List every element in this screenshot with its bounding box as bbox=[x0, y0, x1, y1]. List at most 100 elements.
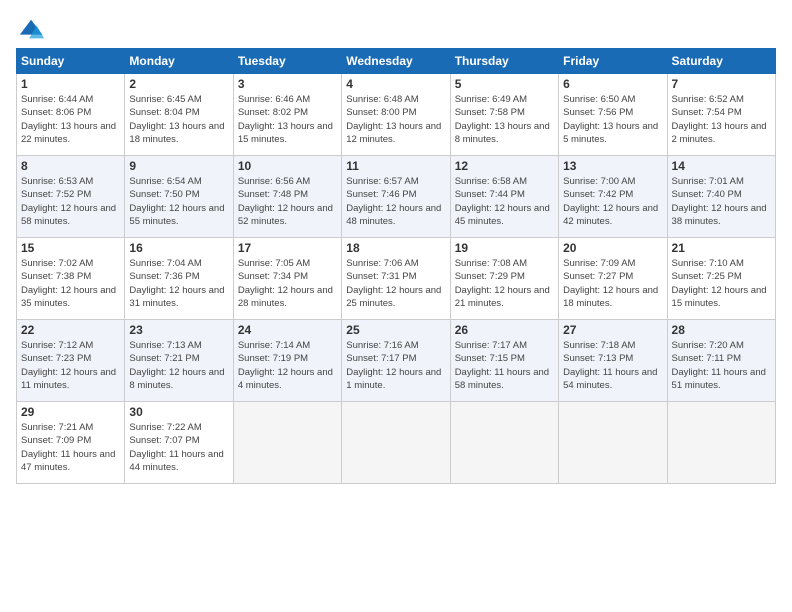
day-detail: Sunrise: 7:10 AMSunset: 7:25 PMDaylight:… bbox=[672, 257, 771, 310]
calendar-header-monday: Monday bbox=[125, 49, 233, 74]
calendar-week-5: 29 Sunrise: 7:21 AMSunset: 7:09 PMDayligh… bbox=[17, 402, 776, 484]
day-number: 27 bbox=[563, 323, 662, 337]
calendar-cell: 12 Sunrise: 6:58 AMSunset: 7:44 PMDayligh… bbox=[450, 156, 558, 238]
calendar-cell: 19 Sunrise: 7:08 AMSunset: 7:29 PMDayligh… bbox=[450, 238, 558, 320]
calendar-cell: 6 Sunrise: 6:50 AMSunset: 7:56 PMDaylight… bbox=[559, 74, 667, 156]
day-number: 24 bbox=[238, 323, 337, 337]
day-detail: Sunrise: 6:50 AMSunset: 7:56 PMDaylight:… bbox=[563, 93, 662, 146]
day-number: 21 bbox=[672, 241, 771, 255]
day-detail: Sunrise: 6:58 AMSunset: 7:44 PMDaylight:… bbox=[455, 175, 554, 228]
calendar-week-4: 22Sunrise: 7:12 AMSunset: 7:23 PMDayligh… bbox=[17, 320, 776, 402]
day-detail: Sunrise: 6:49 AMSunset: 7:58 PMDaylight:… bbox=[455, 93, 554, 146]
day-number: 16 bbox=[129, 241, 228, 255]
day-number: 13 bbox=[563, 159, 662, 173]
day-detail: Sunrise: 7:05 AMSunset: 7:34 PMDaylight:… bbox=[238, 257, 337, 310]
day-detail: Sunrise: 6:44 AMSunset: 8:06 PMDaylight:… bbox=[21, 93, 120, 146]
day-detail: Sunrise: 7:04 AMSunset: 7:36 PMDaylight:… bbox=[129, 257, 228, 310]
day-number: 15 bbox=[21, 241, 120, 255]
day-number: 1 bbox=[21, 77, 120, 91]
calendar-cell bbox=[667, 402, 775, 484]
day-detail: Sunrise: 6:54 AMSunset: 7:50 PMDaylight:… bbox=[129, 175, 228, 228]
day-detail: Sunrise: 7:21 AMSunset: 7:09 PMDaylight:… bbox=[21, 421, 120, 474]
logo bbox=[16, 16, 46, 44]
page: SundayMondayTuesdayWednesdayThursdayFrid… bbox=[0, 0, 792, 612]
day-detail: Sunrise: 7:14 AMSunset: 7:19 PMDaylight:… bbox=[238, 339, 337, 392]
calendar-cell: 2 Sunrise: 6:45 AMSunset: 8:04 PMDaylight… bbox=[125, 74, 233, 156]
calendar-cell: 30Sunrise: 7:22 AMSunset: 7:07 PMDayligh… bbox=[125, 402, 233, 484]
calendar-cell: 14 Sunrise: 7:01 AMSunset: 7:40 PMDayligh… bbox=[667, 156, 775, 238]
day-number: 2 bbox=[129, 77, 228, 91]
calendar-week-1: 1 Sunrise: 6:44 AMSunset: 8:06 PMDaylight… bbox=[17, 74, 776, 156]
calendar-cell: 29 Sunrise: 7:21 AMSunset: 7:09 PMDayligh… bbox=[17, 402, 125, 484]
logo-icon bbox=[18, 16, 46, 44]
calendar-cell: 7 Sunrise: 6:52 AMSunset: 7:54 PMDaylight… bbox=[667, 74, 775, 156]
calendar-header-friday: Friday bbox=[559, 49, 667, 74]
day-number: 17 bbox=[238, 241, 337, 255]
calendar-cell: 13 Sunrise: 7:00 AMSunset: 7:42 PMDayligh… bbox=[559, 156, 667, 238]
day-detail: Sunrise: 6:52 AMSunset: 7:54 PMDaylight:… bbox=[672, 93, 771, 146]
calendar-cell: 10Sunrise: 6:56 AMSunset: 7:48 PMDayligh… bbox=[233, 156, 341, 238]
calendar-cell: 8 Sunrise: 6:53 AMSunset: 7:52 PMDaylight… bbox=[17, 156, 125, 238]
day-detail: Sunrise: 7:18 AMSunset: 7:13 PMDaylight:… bbox=[563, 339, 662, 392]
calendar-cell: 24 Sunrise: 7:14 AMSunset: 7:19 PMDayligh… bbox=[233, 320, 341, 402]
day-detail: Sunrise: 6:56 AMSunset: 7:48 PMDaylight:… bbox=[238, 175, 337, 228]
calendar-cell: 17 Sunrise: 7:05 AMSunset: 7:34 PMDayligh… bbox=[233, 238, 341, 320]
day-detail: Sunrise: 7:06 AMSunset: 7:31 PMDaylight:… bbox=[346, 257, 445, 310]
day-detail: Sunrise: 7:00 AMSunset: 7:42 PMDaylight:… bbox=[563, 175, 662, 228]
day-number: 19 bbox=[455, 241, 554, 255]
calendar-cell: 16 Sunrise: 7:04 AMSunset: 7:36 PMDayligh… bbox=[125, 238, 233, 320]
day-detail: Sunrise: 6:46 AMSunset: 8:02 PMDaylight:… bbox=[238, 93, 337, 146]
calendar-header-saturday: Saturday bbox=[667, 49, 775, 74]
logo-area bbox=[16, 16, 46, 40]
calendar-cell: 22Sunrise: 7:12 AMSunset: 7:23 PMDayligh… bbox=[17, 320, 125, 402]
calendar-cell: 3Sunrise: 6:46 AMSunset: 8:02 PMDaylight… bbox=[233, 74, 341, 156]
calendar-cell: 11Sunrise: 6:57 AMSunset: 7:46 PMDayligh… bbox=[342, 156, 450, 238]
day-detail: Sunrise: 6:45 AMSunset: 8:04 PMDaylight:… bbox=[129, 93, 228, 146]
calendar-header-wednesday: Wednesday bbox=[342, 49, 450, 74]
calendar-cell: 20Sunrise: 7:09 AMSunset: 7:27 PMDayligh… bbox=[559, 238, 667, 320]
day-number: 28 bbox=[672, 323, 771, 337]
calendar-cell: 23Sunrise: 7:13 AMSunset: 7:21 PMDayligh… bbox=[125, 320, 233, 402]
calendar-cell: 18 Sunrise: 7:06 AMSunset: 7:31 PMDayligh… bbox=[342, 238, 450, 320]
day-number: 4 bbox=[346, 77, 445, 91]
calendar-week-3: 15 Sunrise: 7:02 AMSunset: 7:38 PMDayligh… bbox=[17, 238, 776, 320]
day-number: 22 bbox=[21, 323, 120, 337]
calendar-cell: 15 Sunrise: 7:02 AMSunset: 7:38 PMDayligh… bbox=[17, 238, 125, 320]
calendar-header-tuesday: Tuesday bbox=[233, 49, 341, 74]
day-number: 12 bbox=[455, 159, 554, 173]
day-number: 9 bbox=[129, 159, 228, 173]
day-number: 26 bbox=[455, 323, 554, 337]
day-number: 23 bbox=[129, 323, 228, 337]
day-number: 6 bbox=[563, 77, 662, 91]
day-number: 5 bbox=[455, 77, 554, 91]
calendar-week-2: 8 Sunrise: 6:53 AMSunset: 7:52 PMDaylight… bbox=[17, 156, 776, 238]
calendar-cell: 1 Sunrise: 6:44 AMSunset: 8:06 PMDaylight… bbox=[17, 74, 125, 156]
calendar-cell: 27 Sunrise: 7:18 AMSunset: 7:13 PMDayligh… bbox=[559, 320, 667, 402]
header bbox=[16, 16, 776, 40]
day-detail: Sunrise: 7:16 AMSunset: 7:17 PMDaylight:… bbox=[346, 339, 445, 392]
day-detail: Sunrise: 7:20 AMSunset: 7:11 PMDaylight:… bbox=[672, 339, 771, 392]
day-detail: Sunrise: 7:08 AMSunset: 7:29 PMDaylight:… bbox=[455, 257, 554, 310]
calendar-header-sunday: Sunday bbox=[17, 49, 125, 74]
day-detail: Sunrise: 6:53 AMSunset: 7:52 PMDaylight:… bbox=[21, 175, 120, 228]
calendar-cell: 4Sunrise: 6:48 AMSunset: 8:00 PMDaylight… bbox=[342, 74, 450, 156]
calendar-header-thursday: Thursday bbox=[450, 49, 558, 74]
calendar-cell: 5 Sunrise: 6:49 AMSunset: 7:58 PMDaylight… bbox=[450, 74, 558, 156]
day-number: 25 bbox=[346, 323, 445, 337]
day-number: 29 bbox=[21, 405, 120, 419]
day-number: 18 bbox=[346, 241, 445, 255]
day-number: 7 bbox=[672, 77, 771, 91]
calendar-cell: 9 Sunrise: 6:54 AMSunset: 7:50 PMDaylight… bbox=[125, 156, 233, 238]
day-detail: Sunrise: 7:01 AMSunset: 7:40 PMDaylight:… bbox=[672, 175, 771, 228]
day-detail: Sunrise: 7:02 AMSunset: 7:38 PMDaylight:… bbox=[21, 257, 120, 310]
calendar-cell bbox=[342, 402, 450, 484]
day-number: 8 bbox=[21, 159, 120, 173]
calendar-cell: 21 Sunrise: 7:10 AMSunset: 7:25 PMDayligh… bbox=[667, 238, 775, 320]
calendar-cell: 28 Sunrise: 7:20 AMSunset: 7:11 PMDayligh… bbox=[667, 320, 775, 402]
calendar-cell bbox=[450, 402, 558, 484]
calendar: SundayMondayTuesdayWednesdayThursdayFrid… bbox=[16, 48, 776, 484]
day-detail: Sunrise: 7:17 AMSunset: 7:15 PMDaylight:… bbox=[455, 339, 554, 392]
calendar-cell: 25 Sunrise: 7:16 AMSunset: 7:17 PMDayligh… bbox=[342, 320, 450, 402]
day-number: 14 bbox=[672, 159, 771, 173]
day-detail: Sunrise: 7:09 AMSunset: 7:27 PMDaylight:… bbox=[563, 257, 662, 310]
